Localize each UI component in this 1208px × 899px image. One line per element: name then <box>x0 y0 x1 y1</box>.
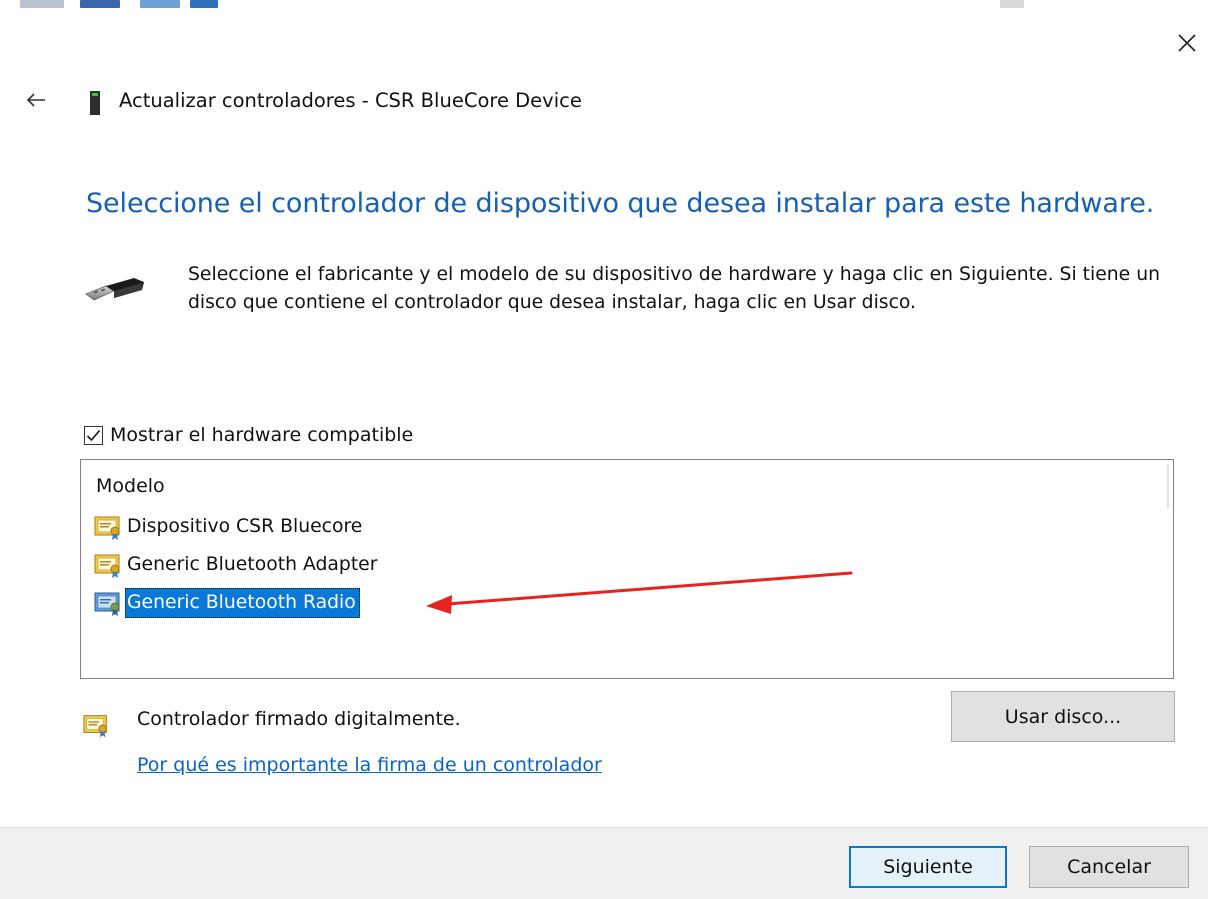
cropped-fragment <box>1000 0 1024 8</box>
signature-info-link[interactable]: Por qué es importante la firma de un con… <box>137 754 602 776</box>
page-heading: Seleccione el controlador de dispositivo… <box>86 188 1155 219</box>
compatible-hardware-checkbox[interactable] <box>84 425 103 445</box>
window-title: Actualizar controladores - CSR BlueCore … <box>119 89 582 112</box>
cropped-fragment <box>190 0 218 8</box>
instructions-text: Seleccione el fabricante y el modelo de … <box>188 264 1161 313</box>
cropped-fragment <box>140 0 180 8</box>
certified-driver-icon <box>94 516 120 540</box>
use-disk-button[interactable]: Usar disco... <box>951 691 1175 742</box>
back-button[interactable] <box>22 86 50 114</box>
bluetooth-device-icon <box>90 91 100 115</box>
list-item[interactable]: Generic Bluetooth Adapter <box>93 550 381 580</box>
list-item-label: Dispositivo CSR Bluecore <box>127 516 363 537</box>
compatible-hardware-label: Mostrar el hardware compatible <box>110 424 414 446</box>
list-item-selected[interactable]: Generic Bluetooth Radio <box>93 588 360 618</box>
certified-driver-icon <box>94 554 120 578</box>
list-item-label: Generic Bluetooth Radio <box>125 588 360 618</box>
signature-status: Controlador firmado digitalmente. <box>137 708 461 730</box>
usb-plug-icon <box>85 278 144 301</box>
cropped-fragment <box>80 0 120 8</box>
footer-bar <box>0 827 1208 899</box>
certified-driver-icon <box>83 715 107 738</box>
model-list[interactable]: Modelo Dispositivo CSR Bluecore Generic … <box>80 459 1174 679</box>
show-compatible-hardware[interactable]: Mostrar el hardware compatible <box>84 424 413 446</box>
list-item-label: Generic Bluetooth Adapter <box>127 554 378 575</box>
cropped-fragment <box>20 0 64 8</box>
model-column-header: Modelo <box>96 475 165 497</box>
certified-driver-icon <box>94 592 120 616</box>
list-item[interactable]: Dispositivo CSR Bluecore <box>93 512 366 542</box>
close-icon <box>1178 34 1196 52</box>
close-button[interactable] <box>1172 28 1202 58</box>
cropped-top-strip <box>0 0 1208 12</box>
checkmark-icon <box>86 429 101 441</box>
cancel-button[interactable]: Cancelar <box>1029 846 1189 888</box>
list-scrollbar[interactable] <box>1167 464 1169 508</box>
back-arrow-icon <box>26 93 45 107</box>
next-button[interactable]: Siguiente <box>849 846 1007 888</box>
